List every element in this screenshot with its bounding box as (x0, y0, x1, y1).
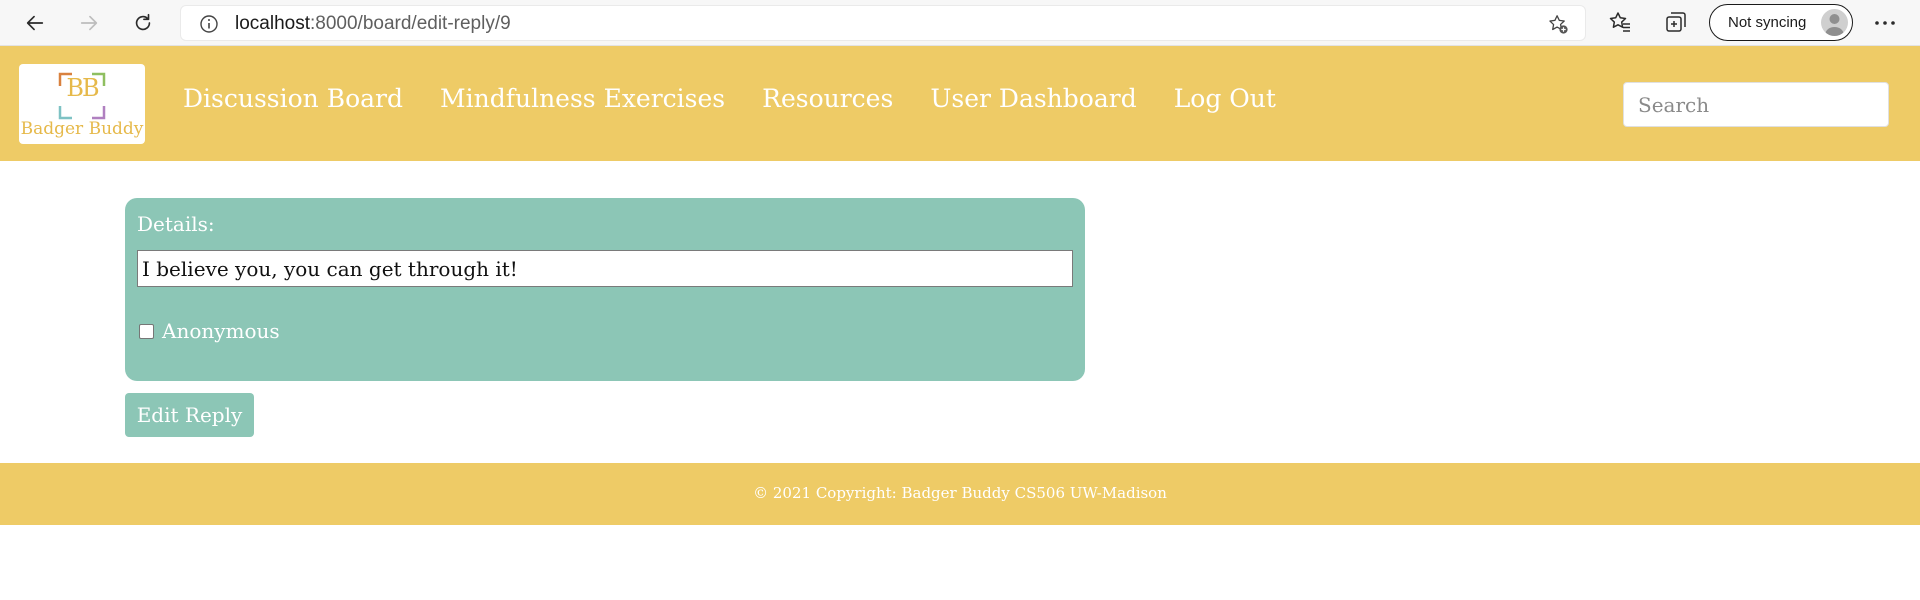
site-footer: © 2021 Copyright: Badger Buddy CS506 UW-… (0, 463, 1920, 525)
profile-label: Not syncing (1728, 14, 1807, 31)
logo-text: Badger Buddy (20, 119, 144, 139)
avatar-icon (1821, 9, 1848, 36)
site-header: BB Badger Buddy Discussion Board Mindful… (0, 46, 1920, 161)
profile-button[interactable]: Not syncing (1709, 4, 1853, 41)
details-input[interactable] (137, 250, 1073, 287)
info-icon[interactable] (199, 14, 219, 34)
reload-button[interactable] (128, 8, 158, 38)
nav-discussion-board[interactable]: Discussion Board (183, 84, 403, 113)
logo-letters: BB (66, 74, 99, 102)
main-nav: Discussion Board Mindfulness Exercises R… (183, 84, 1313, 113)
arrow-right-icon (80, 15, 98, 31)
nav-mindfulness-exercises[interactable]: Mindfulness Exercises (440, 84, 725, 113)
url-path: :8000/board/edit-reply/9 (310, 13, 511, 34)
details-label: Details: (137, 212, 215, 236)
search-input[interactable] (1623, 82, 1889, 127)
nav-log-out[interactable]: Log Out (1174, 84, 1276, 113)
reload-icon (135, 13, 151, 31)
favorites-icon[interactable] (1608, 10, 1632, 34)
forward-button[interactable] (74, 8, 104, 38)
anonymous-checkbox[interactable] (139, 324, 154, 339)
url-text[interactable]: localhost:8000/board/edit-reply/9 (235, 13, 511, 35)
collections-icon[interactable] (1664, 10, 1688, 34)
url-host: localhost (235, 13, 310, 34)
logo[interactable]: BB Badger Buddy (19, 64, 145, 144)
footer-copyright: © 2021 Copyright: Badger Buddy CS506 UW-… (753, 484, 1167, 502)
more-icon[interactable] (1872, 10, 1898, 36)
browser-toolbar: localhost:8000/board/edit-reply/9 Not sy… (0, 0, 1920, 46)
arrow-left-icon (26, 15, 44, 31)
address-bar[interactable]: localhost:8000/board/edit-reply/9 (180, 5, 1586, 41)
nav-resources[interactable]: Resources (762, 84, 893, 113)
back-button[interactable] (20, 8, 50, 38)
anonymous-label[interactable]: Anonymous (162, 319, 280, 343)
edit-reply-card: Details: Anonymous (125, 198, 1085, 381)
edit-reply-button[interactable]: Edit Reply (125, 393, 254, 437)
star-plus-icon[interactable] (1547, 13, 1569, 35)
nav-user-dashboard[interactable]: User Dashboard (930, 84, 1136, 113)
